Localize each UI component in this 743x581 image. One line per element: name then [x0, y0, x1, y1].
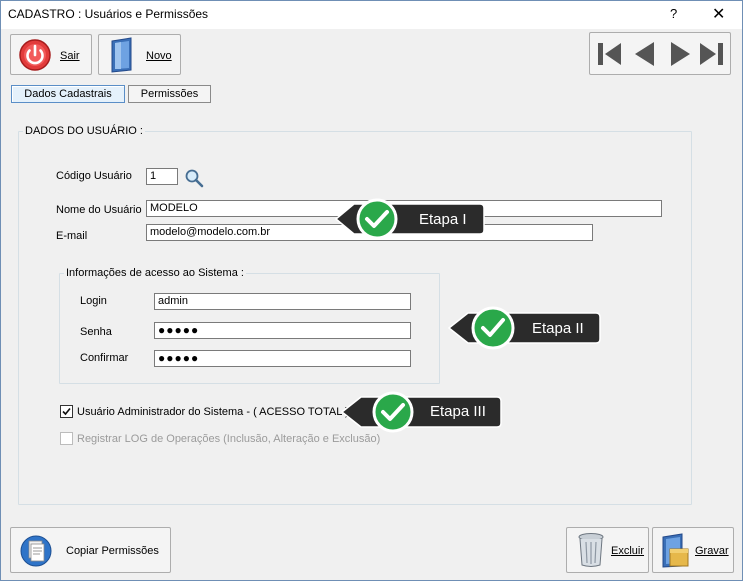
excluir-label: Excluir — [611, 545, 645, 557]
checkmark-icon — [62, 407, 71, 416]
confirmar-input[interactable]: ●●●●● — [154, 350, 411, 367]
etapa-1-label: Etapa I — [419, 211, 467, 228]
copiar-permissoes-label: Copiar Permissões — [66, 545, 159, 557]
window: CADASTRO : Usuários e Permissões ? ✕ Sai… — [0, 0, 743, 581]
login-input[interactable]: admin — [154, 293, 411, 310]
next-record-icon[interactable] — [666, 40, 694, 68]
last-record-icon[interactable] — [697, 40, 725, 68]
log-checkbox[interactable] — [60, 432, 73, 445]
codigo-label: Código Usuário — [56, 170, 132, 182]
login-label: Login — [80, 295, 107, 307]
log-checkbox-label[interactable]: Registrar LOG de Operações (Inclusão, Al… — [77, 433, 380, 445]
access-group-title: Informações de acesso ao Sistema : — [64, 267, 246, 279]
save-folder-icon — [662, 533, 689, 568]
trash-icon — [578, 533, 604, 567]
gravar-button[interactable]: Gravar — [652, 527, 734, 573]
etapa-3-callout: Etapa III — [339, 388, 505, 436]
admin-checkbox[interactable] — [60, 405, 73, 418]
senha-input[interactable]: ●●●●● — [154, 322, 411, 339]
etapa-1-callout: Etapa I — [332, 196, 487, 242]
search-icon[interactable] — [184, 168, 204, 188]
tab-permissoes[interactable]: Permissões — [128, 85, 211, 103]
help-button[interactable]: ? — [670, 6, 677, 21]
tab-dados-cadastrais[interactable]: Dados Cadastrais — [11, 85, 125, 103]
first-record-icon[interactable] — [596, 40, 624, 68]
codigo-input[interactable]: 1 — [146, 168, 178, 185]
window-title: CADASTRO : Usuários e Permissões — [8, 7, 209, 21]
gravar-label: Gravar — [695, 545, 729, 557]
close-button[interactable]: ✕ — [712, 4, 725, 24]
sair-button[interactable]: Sair — [10, 34, 92, 75]
etapa-3-label: Etapa III — [430, 403, 486, 420]
etapa-2-callout: Etapa II — [446, 303, 604, 353]
user-data-group-title: DADOS DO USUÁRIO : — [23, 125, 145, 137]
confirmar-label: Confirmar — [80, 352, 129, 364]
etapa-2-label: Etapa II — [532, 320, 584, 337]
excluir-button[interactable]: Excluir — [566, 527, 649, 573]
senha-label: Senha — [80, 326, 112, 338]
copiar-permissoes-button[interactable]: Copiar Permissões — [10, 527, 171, 573]
novo-label: Novo — [146, 50, 172, 62]
new-document-icon — [111, 37, 132, 73]
power-icon — [19, 39, 51, 71]
copy-permissions-icon — [20, 535, 52, 567]
email-label: E-mail — [56, 230, 88, 242]
nav-toolbar — [589, 32, 731, 75]
nome-label: Nome do Usuário — [56, 204, 142, 216]
sair-label: Sair — [60, 50, 80, 62]
novo-button[interactable]: Novo — [98, 34, 181, 75]
title-bar: CADASTRO : Usuários e Permissões ? ✕ — [1, 1, 742, 29]
admin-checkbox-label[interactable]: Usuário Administrador do Sistema - ( ACE… — [77, 406, 349, 418]
previous-record-icon[interactable] — [631, 40, 659, 68]
